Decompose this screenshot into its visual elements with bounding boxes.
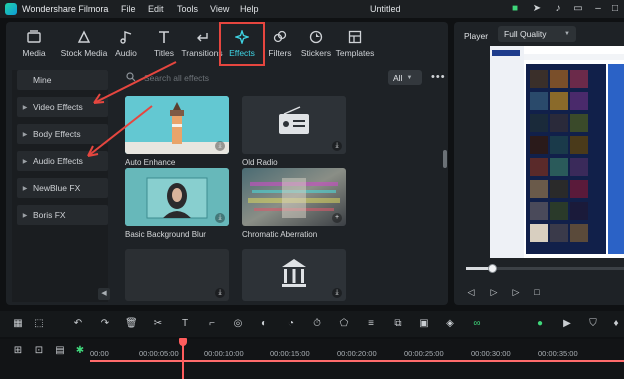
player-panel: Player Full Quality ▼ a [454,22,624,305]
playhead-handle[interactable] [179,338,187,346]
play-icon[interactable]: ▷ [510,286,522,298]
text-icon[interactable]: T [179,318,191,330]
magnet-icon[interactable]: ✱ [74,345,86,357]
adjust-icon[interactable]: ◎ [232,318,244,330]
redo-icon[interactable]: ↷ [99,318,111,330]
tick-label: 00:00:30:00 [471,349,511,358]
video-preview[interactable]: a [490,46,624,258]
tick-label: 00:00:10:00 [204,349,244,358]
next-frame-icon[interactable]: ▷ [488,286,500,298]
annotation-arrow-audio-effects [87,105,153,157]
speed-icon[interactable]: ◔ [285,318,297,330]
audio-adjust-icon[interactable]: ≡ [365,318,377,330]
select-mode-icon[interactable]: ⬚ [33,318,45,330]
render-icon[interactable]: ▶ [561,318,573,330]
timer-icon[interactable]: ⏱ [311,318,323,330]
add-track-icon[interactable]: ⊞ [12,345,24,357]
playback-scrub-handle[interactable] [488,264,497,273]
ai-mode-icon[interactable]: ● [534,318,546,330]
layout-grid-icon[interactable]: ▦ [12,318,24,330]
link-track-icon[interactable]: ⊡ [33,345,45,357]
tick-label: 00:00:25:00 [404,349,444,358]
image-icon[interactable]: ▣ [418,318,430,330]
quality-dropdown[interactable]: Full Quality ▼ [498,26,576,42]
player-label: Player [464,31,489,41]
shield-icon[interactable]: ⛉ [587,318,599,330]
tick-label: 00:00 [90,349,109,358]
mask-icon[interactable]: ⬠ [338,318,350,330]
tick-label: 00:00:20:00 [337,349,377,358]
chevron-down-icon: ▼ [564,31,570,37]
previous-frame-icon[interactable]: ◁ [465,286,477,298]
timeline-range-bar [90,360,624,362]
quality-value: Full Quality [504,29,547,39]
tick-label: 00:00:15:00 [270,349,310,358]
cut-icon[interactable]: ✂ [152,318,164,330]
detach-icon[interactable]: ⧉ [392,318,404,330]
link-icon[interactable]: ∞ [471,318,483,330]
delete-icon[interactable]: 🗑 [125,318,138,330]
tick-label: 00:00:05:00 [139,349,179,358]
timeline-ruler[interactable]: ⊞ ⊡ ▤ ✱ 00:00 00:00:05:00 00:00:10:00 00… [0,339,624,379]
stop-icon[interactable]: □ [531,286,543,298]
color-icon[interactable]: ◐ [258,318,270,330]
playhead-line [182,344,184,379]
mic-icon[interactable]: ♦ [610,318,622,330]
tick-label: 00:00:35:00 [538,349,578,358]
annotation-arrow-video-effects [93,61,177,104]
lock-track-icon[interactable]: ▤ [54,345,66,357]
crop-icon[interactable]: ⌐ [206,318,218,330]
keyframe-icon[interactable]: ◈ [444,318,456,330]
undo-icon[interactable]: ↶ [72,318,84,330]
preview-frame: a [490,46,624,258]
timeline-toolbar: ▦ ⬚ ↶ ↷ 🗑 ✂ T ⌐ ◎ ◐ ◔ ⏱ ⬠ ≡ ⧉ ▣ ◈ ∞ ● ▶ … [0,311,624,337]
